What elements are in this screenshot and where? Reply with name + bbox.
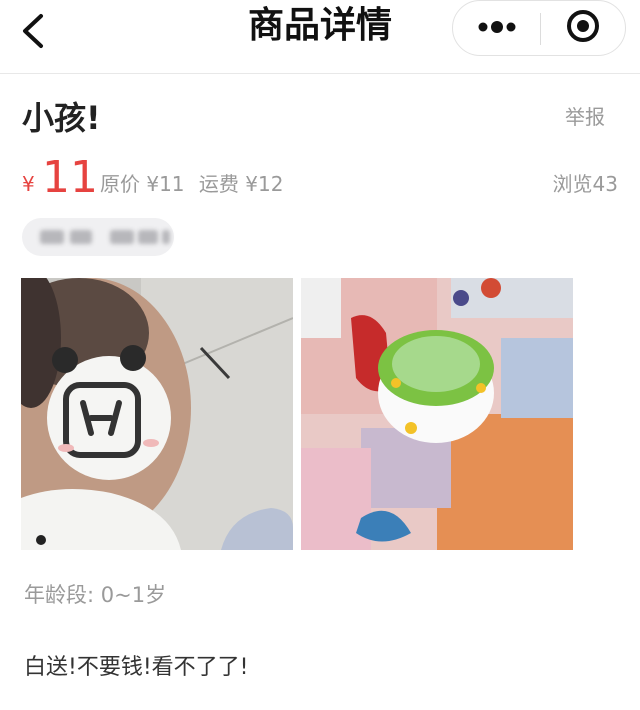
target-close-icon — [567, 10, 599, 42]
mini-program-capsule — [452, 0, 626, 56]
toy-photo-image — [301, 278, 573, 550]
price-value: 11 — [42, 152, 98, 203]
redacted-text — [162, 230, 170, 244]
goods-title: 小孩! — [22, 99, 101, 137]
currency-symbol: ¥ — [22, 172, 35, 196]
redacted-text — [70, 230, 92, 244]
baby-photo-image — [21, 278, 293, 550]
report-link[interactable]: 举报 — [565, 103, 605, 131]
navbar: 商品详情 — [0, 0, 640, 74]
redacted-text — [110, 230, 134, 244]
more-dots-icon — [478, 21, 516, 33]
view-count: 浏览43 — [552, 172, 618, 196]
goods-description: 白送!不要钱!看不了了! — [24, 655, 249, 680]
more-button[interactable] — [453, 1, 540, 57]
redacted-text — [138, 230, 158, 244]
age-range: 年龄段: 0~1岁 — [24, 583, 167, 607]
redacted-text — [40, 230, 64, 244]
shipping-fee: 运费 ¥12 — [198, 172, 284, 196]
tag-pill[interactable] — [22, 218, 174, 256]
goods-photo-2[interactable] — [301, 278, 573, 550]
original-price: 原价 ¥11 — [100, 172, 185, 196]
price-meta: 原价 ¥11 运费 ¥12 — [100, 170, 291, 198]
goods-photo-1[interactable] — [21, 278, 293, 550]
close-button[interactable] — [541, 1, 627, 57]
